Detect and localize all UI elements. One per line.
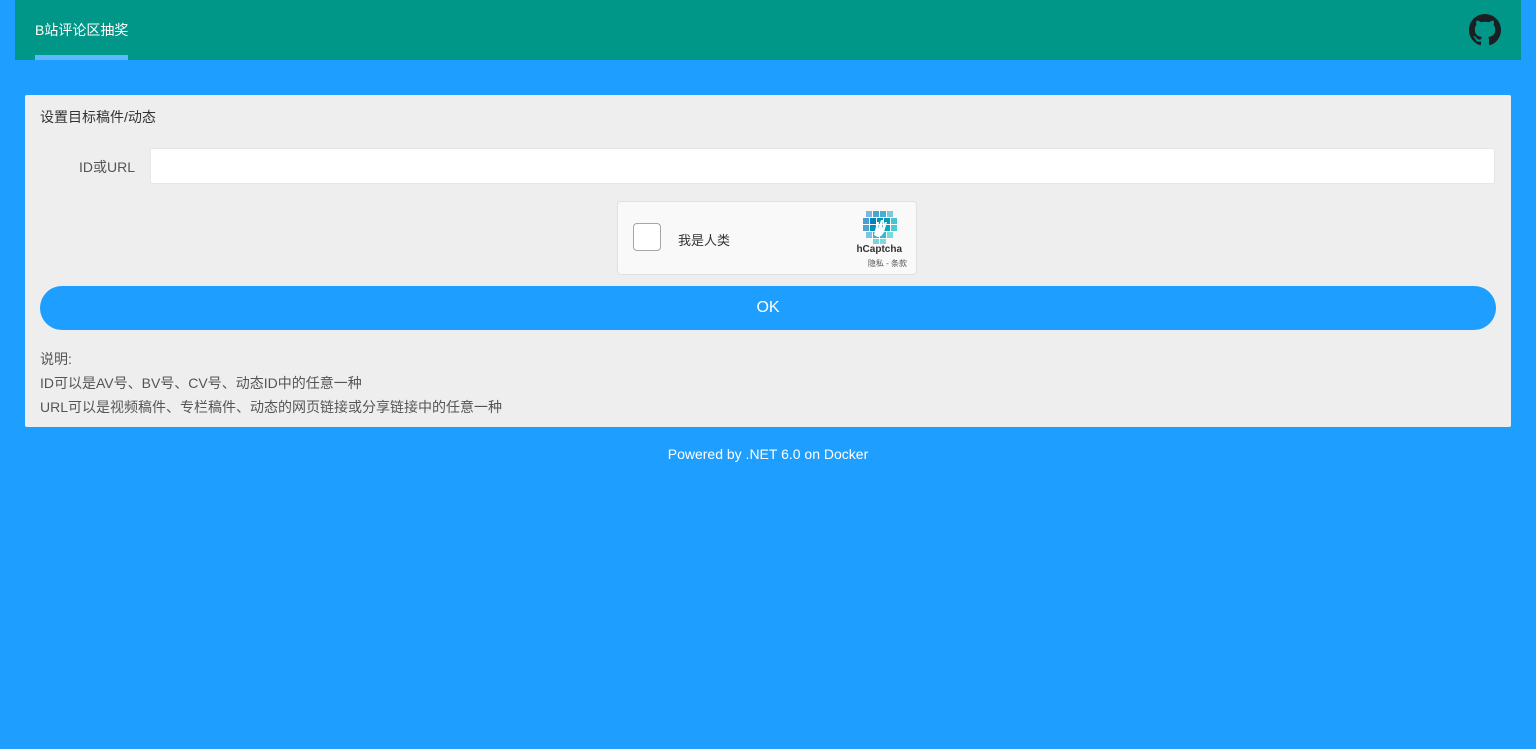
- id-url-input[interactable]: [150, 148, 1495, 184]
- captcha-brand: hCaptcha: [856, 244, 902, 255]
- nav-active-indicator: [35, 55, 128, 60]
- card-title: 设置目标稿件/动态: [40, 109, 156, 125]
- top-header: B站评论区抽奖: [15, 0, 1521, 60]
- github-icon[interactable]: [1469, 14, 1501, 46]
- id-url-label: ID或URL: [78, 159, 135, 175]
- instructions: 说明: ID可以是AV号、BV号、CV号、动态ID中的任意一种 URL可以是视频…: [40, 347, 502, 419]
- instructions-line-id: ID可以是AV号、BV号、CV号、动态ID中的任意一种: [40, 375, 362, 391]
- hcaptcha-widget: 我是人类 hCaptcha 隐私 - 条款: [617, 201, 917, 275]
- nav-item-lottery[interactable]: B站评论区抽奖: [35, 0, 128, 60]
- captcha-privacy-terms-links[interactable]: 隐私 - 条款: [868, 258, 907, 269]
- footer-text: Powered by .NET 6.0 on Docker: [667, 446, 869, 462]
- ok-button[interactable]: OK: [40, 286, 1496, 330]
- hcaptcha-logo-icon: [863, 210, 897, 244]
- instructions-heading: 说明:: [40, 351, 72, 367]
- instructions-line-url: URL可以是视频稿件、专栏稿件、动态的网页链接或分享链接中的任意一种: [40, 399, 503, 415]
- captcha-checkbox[interactable]: [633, 223, 661, 251]
- captcha-checkbox-label: 我是人类: [678, 233, 731, 248]
- target-card: 设置目标稿件/动态 ID或URL 我是人类 hCaptcha 隐私 - 条款 O…: [25, 95, 1511, 427]
